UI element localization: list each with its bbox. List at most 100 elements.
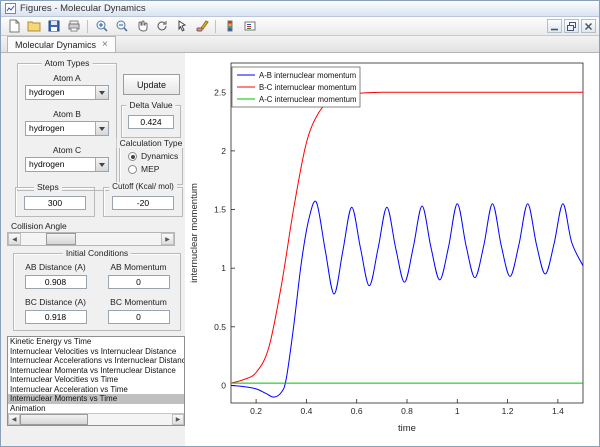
- new-document-button[interactable]: [4, 18, 23, 35]
- print-button[interactable]: [64, 18, 83, 35]
- window-controls: [547, 19, 596, 33]
- zoom-in-button[interactable]: [92, 18, 111, 35]
- minimize-button[interactable]: [547, 19, 562, 33]
- list-items: Kinetic Energy vs TimeInternuclear Veloc…: [8, 337, 184, 413]
- close-button[interactable]: [581, 19, 596, 33]
- x-tick-label: 0.8: [401, 406, 413, 416]
- x-tick-label: 0.2: [250, 406, 262, 416]
- cutoff-input[interactable]: [112, 196, 174, 210]
- atom-types-panel: Atom Types Atom A hydrogen Atom B hydrog…: [17, 63, 117, 191]
- insert-legend-icon: [243, 19, 257, 33]
- atom-c-select[interactable]: hydrogen: [25, 157, 109, 172]
- collision-angle-label: Collision Angle: [11, 221, 67, 231]
- bc-momentum-input[interactable]: [108, 310, 170, 324]
- steps-input[interactable]: [24, 196, 86, 210]
- rotate-3d-icon: [155, 19, 169, 33]
- y-tick-label: 2: [221, 146, 226, 156]
- tab-molecular-dynamics[interactable]: Molecular Dynamics ×: [7, 36, 116, 52]
- list-item[interactable]: Animation: [8, 404, 184, 414]
- list-item[interactable]: Kinetic Energy vs Time: [8, 337, 184, 347]
- delta-value-title: Delta Value: [126, 100, 175, 110]
- titlebar[interactable]: Figures - Molecular Dynamics: [1, 1, 599, 17]
- x-tick-label: 1: [455, 406, 460, 416]
- delta-value-input[interactable]: [128, 115, 174, 129]
- window-title: Figures - Molecular Dynamics: [20, 3, 146, 14]
- slider-track[interactable]: [21, 233, 161, 245]
- x-tick-label: 1.2: [502, 406, 514, 416]
- data-cursor-button[interactable]: [172, 18, 191, 35]
- legend[interactable]: A-B internuclear momentumB-C internuclea…: [232, 67, 360, 107]
- insert-legend-button[interactable]: [240, 18, 259, 35]
- chevron-down-icon[interactable]: [95, 158, 108, 171]
- bc-distance-label: BC Distance (A): [25, 297, 86, 307]
- zoom-in-icon: [95, 19, 109, 33]
- list-item[interactable]: Internuclear Velocities vs Time: [8, 375, 184, 385]
- bc-momentum-label: BC Momentum: [110, 297, 167, 307]
- x-tick-label: 1.4: [552, 406, 564, 416]
- slider-right-arrow-icon[interactable]: ▶: [161, 233, 174, 245]
- slider-left-arrow-icon[interactable]: ◀: [8, 233, 21, 245]
- atom-b-select[interactable]: hydrogen: [25, 121, 109, 136]
- atom-c-label: Atom C: [53, 145, 81, 155]
- tab-label: Molecular Dynamics: [15, 40, 96, 50]
- delta-value-panel: Delta Value: [121, 105, 181, 138]
- save-button[interactable]: [44, 18, 63, 35]
- brush-button[interactable]: [192, 18, 211, 35]
- rotate-3d-button[interactable]: [152, 18, 171, 35]
- y-tick-label: 2.5: [214, 87, 226, 97]
- atom-a-value: hydrogen: [26, 86, 95, 99]
- print-icon: [67, 19, 81, 33]
- list-item[interactable]: Internuclear Acceleration vs Time: [8, 385, 184, 395]
- radio-mep[interactable]: MEP: [128, 164, 182, 174]
- update-button[interactable]: Update: [123, 74, 180, 95]
- pan-hand-icon: [135, 19, 149, 33]
- restore-button[interactable]: [564, 19, 579, 33]
- legend-entry-label: B-C internuclear momentum: [259, 83, 357, 92]
- zoom-out-button[interactable]: [112, 18, 131, 35]
- insert-colorbar-icon: [223, 19, 237, 33]
- radio-dynamics[interactable]: Dynamics: [128, 151, 182, 161]
- bc-distance-input[interactable]: [25, 310, 87, 324]
- list-item[interactable]: Internuclear Velocities vs Internuclear …: [8, 347, 184, 357]
- atom-b-value: hydrogen: [26, 122, 95, 135]
- initial-conditions-panel: Initial Conditions AB Distance (A) AB Mo…: [13, 253, 181, 331]
- atom-a-select[interactable]: hydrogen: [25, 85, 109, 100]
- listbox-hscrollbar[interactable]: ◀ ▶: [8, 413, 184, 425]
- y-tick-label: 0: [221, 380, 226, 390]
- chevron-down-icon[interactable]: [95, 86, 108, 99]
- pan-button[interactable]: [132, 18, 151, 35]
- scrollbar-right-arrow-icon[interactable]: ▶: [172, 414, 184, 425]
- x-axis-label: time: [398, 423, 416, 434]
- ab-momentum-input[interactable]: [108, 275, 170, 289]
- scrollbar-thumb[interactable]: [20, 414, 88, 425]
- figure-window: Figures - Molecular Dynamics: [0, 0, 600, 447]
- calculation-type-title: Calculation Type: [117, 138, 186, 148]
- ab-distance-label: AB Distance (A): [25, 262, 85, 272]
- chevron-down-icon[interactable]: [95, 122, 108, 135]
- ab-momentum-label: AB Momentum: [110, 262, 166, 272]
- scrollbar-left-arrow-icon[interactable]: ◀: [8, 414, 20, 425]
- new-document-icon: [7, 19, 21, 33]
- tab-close-icon[interactable]: ×: [102, 40, 108, 50]
- plot-type-listbox[interactable]: Kinetic Energy vs TimeInternuclear Veloc…: [7, 336, 185, 426]
- plot-svg: 0.20.40.60.811.21.400.511.522.5timeinter…: [185, 53, 600, 446]
- steps-title: Steps: [34, 182, 62, 192]
- atom-c-value: hydrogen: [26, 158, 95, 171]
- scrollbar-track[interactable]: [20, 414, 172, 425]
- data-cursor-icon: [175, 19, 189, 33]
- open-folder-button[interactable]: [24, 18, 43, 35]
- x-tick-label: 0.4: [300, 406, 312, 416]
- collision-angle-slider[interactable]: ◀ ▶: [7, 232, 175, 246]
- toolbar: [1, 17, 599, 36]
- list-item[interactable]: Internuclear Accelerations vs Internucle…: [8, 356, 184, 366]
- restore-icon: [567, 22, 576, 31]
- list-item[interactable]: Internuclear Moments vs Time: [8, 394, 184, 404]
- ab-distance-input[interactable]: [25, 275, 87, 289]
- atom-b-label: Atom B: [53, 109, 81, 119]
- radio-unselected-icon: [128, 165, 137, 174]
- y-tick-label: 1.5: [214, 205, 226, 215]
- slider-thumb[interactable]: [46, 233, 76, 245]
- list-item[interactable]: Internuclear Momenta vs Internuclear Dis…: [8, 366, 184, 376]
- insert-colorbar-button[interactable]: [220, 18, 239, 35]
- legend-entry-label: A-C internuclear momentum: [259, 95, 357, 104]
